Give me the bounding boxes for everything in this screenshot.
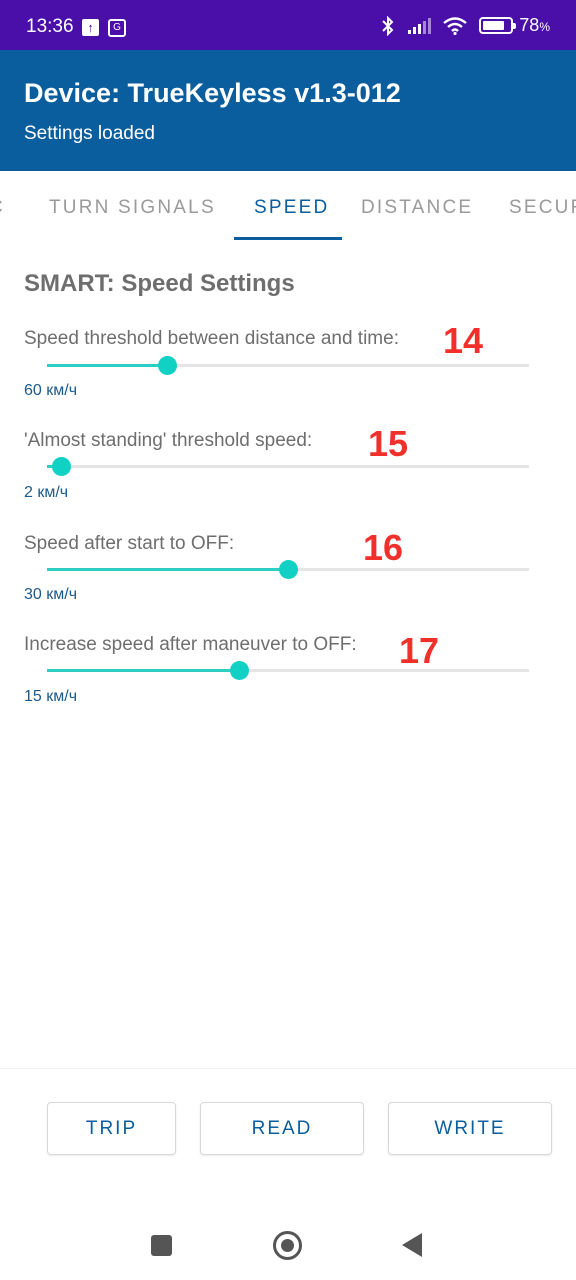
battery-icon [479,17,517,34]
tab-turn-signals[interactable]: TURN SIGNALS [49,197,216,219]
setting-number-16: 16 [363,527,404,568]
setting-value-almost-standing: 2 км/ч [24,484,69,501]
status-bar: 13:36 ↑ G 78% [0,0,576,50]
slider-after-maneuver[interactable] [47,661,529,680]
app-title: Device: TrueKeyless v1.3-012 [24,78,401,108]
translate-icon: G [108,19,126,37]
setting-label-after-maneuver: Increase speed after maneuver to OFF: [24,634,357,655]
slider-speed-threshold[interactable] [47,356,529,375]
slider-fill [47,568,288,571]
battery-percent: 78% [519,15,550,36]
tab-security[interactable]: SECURITY [509,197,576,219]
setting-label-speed-threshold: Speed threshold between distance and tim… [24,328,399,349]
slider-thumb[interactable] [51,457,71,476]
circle-icon[interactable] [273,1231,302,1260]
slider-thumb[interactable] [230,661,250,680]
signal-icon [408,17,432,34]
setting-number-14: 14 [443,320,484,361]
trip-button[interactable]: TRIP [47,1102,176,1155]
battery-percent-unit: % [539,20,550,34]
setting-label-almost-standing: 'Almost standing' threshold speed: [24,430,313,451]
tab-distance[interactable]: DISTANCE [361,197,473,219]
slider-almost-standing[interactable] [47,457,529,476]
battery-fill [483,21,504,30]
battery-indicator: 78% [479,15,550,36]
slider-thumb[interactable] [158,356,177,375]
wifi-icon [443,16,468,35]
app-subtitle: Settings loaded [24,123,155,144]
bottom-divider [0,1068,576,1069]
battery-percent-value: 78 [519,15,540,35]
tab-speed[interactable]: SPEED [254,197,329,219]
square-icon[interactable] [151,1235,172,1256]
section-title: SMART: Speed Settings [24,270,295,297]
write-button[interactable]: WRITE [388,1102,552,1155]
setting-value-after-start: 30 км/ч [24,586,78,603]
setting-value-after-maneuver: 15 км/ч [24,688,78,705]
setting-number-15: 15 [368,423,409,464]
setting-value-speed-threshold: 60 км/ч [24,382,78,399]
tab-indicator [234,237,342,240]
status-time: 13:36 [26,16,74,37]
system-nav-bar [0,1200,576,1280]
slider-after-start[interactable] [47,560,529,579]
bluetooth-icon [382,15,394,36]
status-icons: 78% [381,15,550,36]
slider-fill [47,669,240,672]
tab-partial-left[interactable]: C [0,197,5,219]
slider-thumb[interactable] [278,560,298,579]
triangle-back-icon[interactable] [402,1233,422,1257]
upload-icon: ↑ [82,19,99,36]
tab-bar: C TURN SIGNALS SPEED DISTANCE SECURITY [0,171,576,242]
app-bar: Device: TrueKeyless v1.3-012 Settings lo… [0,50,576,171]
setting-number-17: 17 [399,630,440,671]
read-button[interactable]: READ [200,1102,364,1155]
slider-fill [47,364,168,367]
setting-label-after-start: Speed after start to OFF: [24,533,235,554]
